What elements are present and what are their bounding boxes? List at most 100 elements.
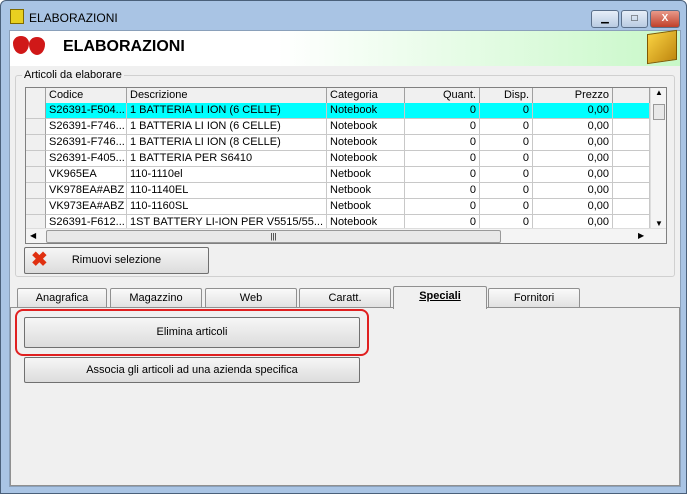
row-header[interactable]	[26, 103, 46, 119]
col-categoria[interactable]: Categoria	[327, 88, 405, 104]
table-cell: 0	[480, 183, 533, 199]
table-cell: 110-1160SL	[127, 199, 327, 215]
table-cell: 1 BATTERIA PER S6410	[127, 151, 327, 167]
row-header[interactable]	[26, 151, 46, 167]
table-row[interactable]: VK978EA#ABZ 110-1140EL Netbook 0 0 0,00	[26, 183, 650, 199]
table-cell	[613, 119, 650, 135]
row-header[interactable]	[26, 119, 46, 135]
table-cell: 0,00	[533, 167, 613, 183]
table-cell: 0	[480, 199, 533, 215]
table-row[interactable]: S26391-F504... 1 BATTERIA LI ION (6 CELLE…	[26, 103, 650, 119]
table-cell: 1 BATTERIA LI ION (6 CELLE)	[127, 119, 327, 135]
tab-speciali[interactable]: Speciali	[393, 286, 487, 309]
table-cell: Netbook	[327, 183, 405, 199]
table-cell: Notebook	[327, 119, 405, 135]
scroll-thumb[interactable]: |||	[46, 230, 501, 243]
row-header[interactable]	[26, 199, 46, 215]
col-prezzo[interactable]: Prezzo	[533, 88, 613, 104]
tab-magazzino[interactable]: Magazzino	[110, 288, 202, 308]
strawberry-icon	[13, 36, 29, 54]
table-cell	[613, 135, 650, 151]
tab-fornitori[interactable]: Fornitori	[488, 288, 580, 308]
scroll-left-icon[interactable]: ◀	[30, 231, 36, 240]
table-cell: 0	[405, 151, 480, 167]
table-cell: Notebook	[327, 151, 405, 167]
table-cell: 0	[405, 103, 480, 119]
row-header[interactable]	[26, 135, 46, 151]
remove-selection-label: Rimuovi selezione	[71, 254, 162, 266]
app-icon	[10, 9, 24, 24]
scroll-thumb[interactable]	[653, 104, 665, 120]
vertical-scrollbar[interactable]: ▲ ▼	[650, 88, 666, 228]
table-row[interactable]: S26391-F746... 1 BATTERIA LI ION (8 CELLE…	[26, 135, 650, 151]
table-cell: 1 BATTERIA LI ION (8 CELLE)	[127, 135, 327, 151]
table-row[interactable]: VK965EA 110-1110el Netbook 0 0 0,00	[26, 167, 650, 183]
associate-company-button[interactable]: Associa gli articoli ad una azienda spec…	[24, 357, 360, 383]
col-codice[interactable]: Codice	[46, 88, 127, 104]
close-button[interactable]: X	[650, 10, 680, 28]
window-title: ELABORAZIONI	[29, 11, 118, 25]
table-row[interactable]: VK973EA#ABZ 110-1160SL Netbook 0 0 0,00	[26, 199, 650, 215]
row-header[interactable]	[26, 183, 46, 199]
table-cell: 0	[405, 167, 480, 183]
tab-anagrafica[interactable]: Anagrafica	[17, 288, 107, 308]
table-cell: 0,00	[533, 103, 613, 119]
table-cell: 0	[480, 135, 533, 151]
table-cell: Netbook	[327, 167, 405, 183]
table-cell: S26391-F746...	[46, 135, 127, 151]
table-cell: 0	[405, 135, 480, 151]
grid-header: Codice Descrizione Categoria Quant. Disp…	[26, 88, 650, 104]
table-cell: 0	[405, 119, 480, 135]
table-cell: 110-1140EL	[127, 183, 327, 199]
table-cell: 0,00	[533, 119, 613, 135]
table-cell: VK978EA#ABZ	[46, 183, 127, 199]
table-cell: 110-1110el	[127, 167, 327, 183]
minimize-button[interactable]: ▁	[591, 10, 619, 28]
articles-grid[interactable]: Codice Descrizione Categoria Quant. Disp…	[25, 87, 667, 244]
client-area: ELABORAZIONI Articoli da elaborare Codic…	[9, 29, 681, 487]
col-quant[interactable]: Quant.	[405, 88, 480, 104]
scroll-down-icon[interactable]: ▼	[651, 219, 666, 228]
page-title: ELABORAZIONI	[63, 38, 185, 55]
strawberry-icon	[29, 37, 45, 55]
col-descrizione[interactable]: Descrizione	[127, 88, 327, 104]
table-row[interactable]: S26391-F405... 1 BATTERIA PER S6410 Notebo…	[26, 151, 650, 167]
remove-selection-button[interactable]: ✖ Rimuovi selezione	[24, 247, 209, 274]
table-cell: VK965EA	[46, 167, 127, 183]
table-cell: Notebook	[327, 135, 405, 151]
table-cell	[613, 183, 650, 199]
col-disp[interactable]: Disp.	[480, 88, 533, 104]
table-cell: Notebook	[327, 103, 405, 119]
table-row[interactable]: S26391-F746... 1 BATTERIA LI ION (6 CELLE…	[26, 119, 650, 135]
package-icon	[647, 29, 677, 65]
highlight-annotation	[15, 309, 369, 356]
table-cell	[613, 103, 650, 119]
table-cell: Netbook	[327, 199, 405, 215]
scroll-right-icon[interactable]: ▶	[638, 231, 644, 240]
table-cell	[613, 199, 650, 215]
table-cell: 0	[480, 119, 533, 135]
scroll-up-icon[interactable]: ▲	[651, 88, 666, 97]
table-cell: S26391-F746...	[46, 119, 127, 135]
table-cell: 0,00	[533, 199, 613, 215]
table-cell: S26391-F405...	[46, 151, 127, 167]
window: ELABORAZIONI ▁ □ X ELABORAZIONI Articoli…	[0, 0, 687, 494]
table-cell: 0	[405, 199, 480, 215]
table-cell: 1 BATTERIA LI ION (6 CELLE)	[127, 103, 327, 119]
horizontal-scrollbar[interactable]: ◀ ||| ▶	[26, 228, 666, 243]
maximize-button[interactable]: □	[621, 10, 648, 28]
row-header[interactable]	[26, 167, 46, 183]
table-cell: 0	[480, 151, 533, 167]
table-cell	[613, 167, 650, 183]
table-cell: 0,00	[533, 151, 613, 167]
table-cell: 0,00	[533, 135, 613, 151]
tab-caratt[interactable]: Caratt.	[299, 288, 391, 308]
table-cell: 0	[480, 167, 533, 183]
table-cell: 0	[480, 103, 533, 119]
header-banner: ELABORAZIONI	[10, 29, 680, 66]
table-cell: VK973EA#ABZ	[46, 199, 127, 215]
tab-web[interactable]: Web	[205, 288, 297, 308]
table-cell: 0	[405, 183, 480, 199]
table-cell: 0,00	[533, 183, 613, 199]
table-cell	[613, 151, 650, 167]
